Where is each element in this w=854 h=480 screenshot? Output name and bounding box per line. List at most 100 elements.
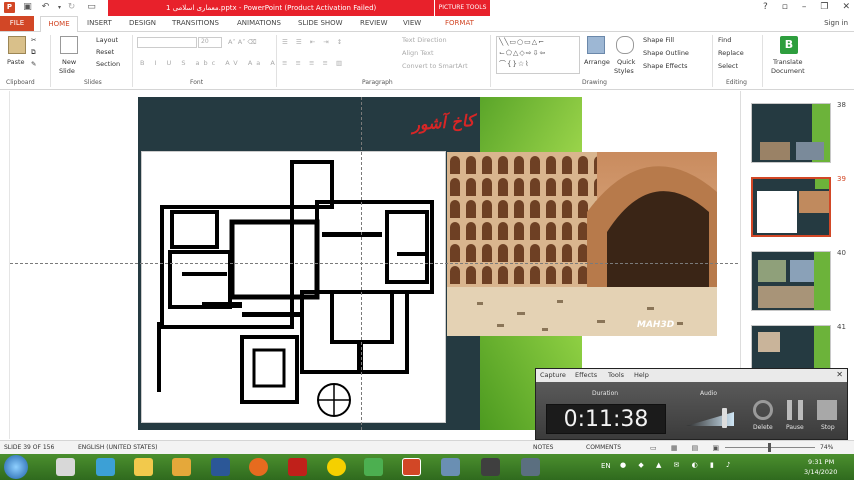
- save-icon[interactable]: ▣: [22, 2, 33, 13]
- slide-thumbnail-40[interactable]: [751, 251, 831, 311]
- font-size-box[interactable]: 20: [198, 37, 222, 48]
- taskbar-powerpoint-icon[interactable]: [402, 458, 421, 476]
- zoom-slider-thumb[interactable]: [768, 443, 771, 452]
- recorder-close-icon[interactable]: ✕: [836, 370, 843, 379]
- new-slide-label-1[interactable]: New: [62, 58, 76, 66]
- stop-button[interactable]: Stop: [821, 424, 835, 431]
- floor-plan-image[interactable]: [141, 151, 446, 423]
- recorder-menu-help[interactable]: Help: [634, 371, 649, 379]
- text-direction-button[interactable]: Text Direction: [402, 36, 447, 44]
- quick-styles-label-1[interactable]: Quick: [617, 58, 635, 66]
- recorder-menu-effects[interactable]: Effects: [575, 371, 597, 379]
- slides-pane-collapsed[interactable]: [0, 91, 10, 439]
- translate-label-2[interactable]: Document: [771, 67, 805, 75]
- taskbar-date[interactable]: 3/14/2020: [804, 468, 837, 476]
- taskbar-word-icon[interactable]: [211, 458, 230, 476]
- horizontal-guide[interactable]: [10, 263, 738, 264]
- system-tray-icons[interactable]: ● ◆ ▲ ✉ ◐ ▮ ♪: [620, 461, 736, 469]
- cut-icon[interactable]: ✂: [31, 36, 36, 44]
- sign-in-link[interactable]: Sign in: [824, 19, 848, 27]
- new-slide-icon[interactable]: [60, 36, 78, 54]
- taskbar-app-2-icon[interactable]: [96, 458, 115, 476]
- ribbon-display-icon[interactable]: ▫: [782, 2, 788, 12]
- quick-styles-icon[interactable]: [616, 36, 634, 54]
- replace-button[interactable]: Replace: [718, 49, 744, 57]
- tab-insert[interactable]: INSERT: [87, 19, 112, 27]
- close-icon[interactable]: ✕: [842, 2, 850, 12]
- undo-dropdown-icon[interactable]: ▾: [54, 2, 65, 13]
- taskbar-clock[interactable]: 9:31 PM: [808, 458, 834, 466]
- taskbar-library-icon[interactable]: [172, 458, 191, 476]
- layout-button[interactable]: Layout: [96, 36, 118, 44]
- taskbar-app-3-icon[interactable]: [364, 458, 383, 476]
- restore-icon[interactable]: ❐: [820, 2, 828, 12]
- reset-button[interactable]: Reset: [96, 48, 114, 56]
- section-button[interactable]: Section: [96, 60, 120, 68]
- taskbar-folder-icon[interactable]: [134, 458, 153, 476]
- format-painter-icon[interactable]: ✎: [31, 60, 36, 68]
- font-format-icons[interactable]: B I U S abc AV Aa A: [140, 59, 279, 67]
- tab-transitions[interactable]: TRANSITIONS: [172, 19, 219, 27]
- taskbar-media-icon[interactable]: [327, 458, 346, 476]
- convert-smartart-button[interactable]: Convert to SmartArt: [402, 62, 468, 70]
- list-icons[interactable]: ☰ ☰ ⇤ ⇥ ↕: [282, 38, 345, 46]
- tab-design[interactable]: DESIGN: [129, 19, 156, 27]
- tab-view[interactable]: VIEW: [403, 19, 421, 27]
- shape-fill-button[interactable]: Shape Fill: [643, 36, 674, 44]
- shapes-gallery[interactable]: ╲╲▭○▭△⌐ ⌙⬠△◇⇨⇩⇦ ⌒{}☆⌇: [496, 36, 580, 74]
- help-icon[interactable]: ?: [763, 2, 768, 12]
- architecture-photo[interactable]: MAH3D: [447, 152, 717, 336]
- stop-icon[interactable]: [817, 400, 837, 420]
- find-button[interactable]: Find: [718, 36, 731, 44]
- zoom-level[interactable]: 74%: [820, 444, 833, 451]
- slide-thumbnail-38[interactable]: [751, 103, 831, 163]
- align-text-button[interactable]: Align Text: [402, 49, 434, 57]
- pause-button[interactable]: Pause: [786, 424, 804, 431]
- recorder-menu-tools[interactable]: Tools: [608, 371, 624, 379]
- delete-icon[interactable]: [753, 400, 773, 420]
- tab-format[interactable]: FORMAT: [445, 19, 474, 27]
- start-button[interactable]: [4, 455, 28, 479]
- taskbar-language[interactable]: EN: [601, 462, 611, 470]
- undo-icon[interactable]: ↶: [40, 2, 51, 13]
- select-button[interactable]: Select: [718, 62, 738, 70]
- tab-animations[interactable]: ANIMATIONS: [237, 19, 281, 27]
- slide-thumbnail-39[interactable]: [751, 177, 831, 237]
- recorder-menu-capture[interactable]: Capture: [540, 371, 566, 379]
- slideshow-icon[interactable]: ▭: [86, 2, 97, 13]
- grow-font-icon[interactable]: A˄ A˅ ⌫: [228, 38, 257, 46]
- taskbar-app-6-icon[interactable]: [521, 458, 540, 476]
- comments-button[interactable]: COMMENTS: [586, 444, 621, 451]
- tab-home[interactable]: HOME: [40, 16, 78, 32]
- translate-icon[interactable]: B: [780, 36, 798, 54]
- delete-button[interactable]: Delete: [753, 424, 773, 431]
- taskbar-app-5-icon[interactable]: [481, 458, 500, 476]
- taskbar-app-4-icon[interactable]: [441, 458, 460, 476]
- paste-button[interactable]: Paste: [7, 58, 25, 66]
- font-name-box[interactable]: [137, 37, 197, 48]
- shape-outline-button[interactable]: Shape Outline: [643, 49, 689, 57]
- paste-icon[interactable]: [8, 36, 26, 54]
- view-buttons[interactable]: ▭ ▦ ▤ ▣: [650, 444, 725, 452]
- audio-volume-slider[interactable]: [722, 408, 727, 428]
- vertical-guide[interactable]: [361, 97, 362, 430]
- shape-effects-button[interactable]: Shape Effects: [643, 62, 688, 70]
- translate-label-1[interactable]: Translate: [773, 58, 803, 66]
- quick-styles-label-2[interactable]: Styles: [614, 67, 634, 75]
- language-indicator[interactable]: ENGLISH (UNITED STATES): [78, 444, 158, 451]
- redo-icon[interactable]: ↻: [66, 2, 77, 13]
- new-slide-label-2[interactable]: Slide: [59, 67, 75, 75]
- taskbar-acrobat-icon[interactable]: [288, 458, 307, 476]
- copy-icon[interactable]: ⧉: [31, 48, 36, 57]
- tab-file[interactable]: FILE: [0, 16, 34, 31]
- taskbar-firefox-icon[interactable]: [249, 458, 268, 476]
- tab-review[interactable]: REVIEW: [360, 19, 387, 27]
- notes-button[interactable]: NOTES: [533, 444, 553, 451]
- tab-slide-show[interactable]: SLIDE SHOW: [298, 19, 343, 27]
- minimize-icon[interactable]: –: [802, 2, 807, 12]
- pause-icon[interactable]: [787, 400, 803, 420]
- arrange-icon[interactable]: [587, 36, 605, 54]
- align-icons[interactable]: ≡ ≡ ≡ ≡ ▥: [282, 59, 345, 67]
- slide-thumbnail-41[interactable]: [751, 325, 831, 369]
- arrange-button[interactable]: Arrange: [584, 58, 610, 66]
